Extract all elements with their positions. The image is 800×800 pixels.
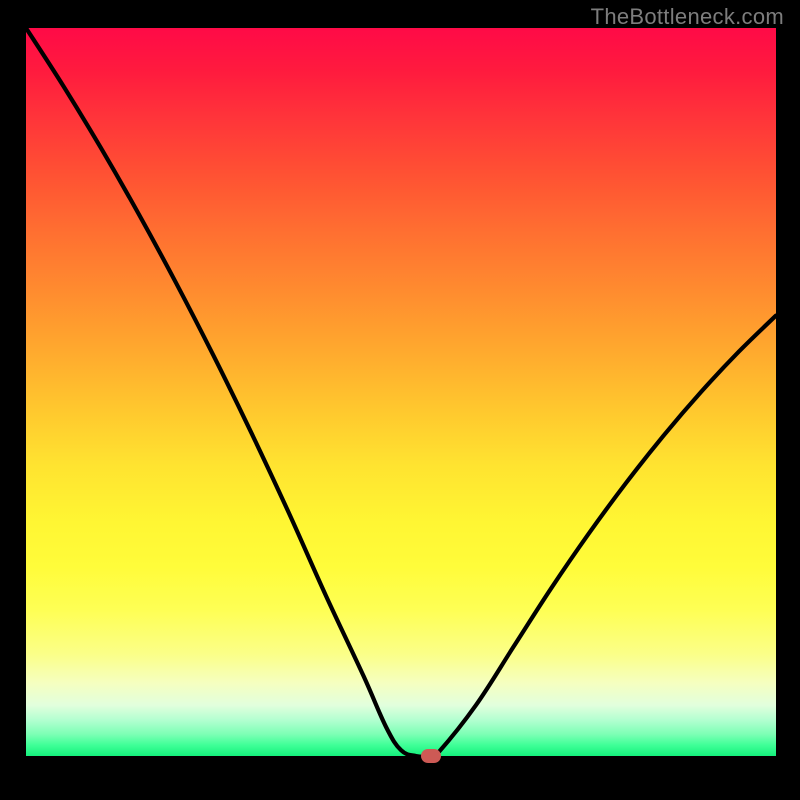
bottleneck-curve	[26, 28, 776, 756]
bottom-black-band	[0, 756, 800, 800]
optimal-marker	[421, 749, 441, 763]
chart-frame: TheBottleneck.com	[0, 0, 800, 800]
watermark-text: TheBottleneck.com	[591, 4, 784, 30]
curve-path	[26, 28, 776, 756]
